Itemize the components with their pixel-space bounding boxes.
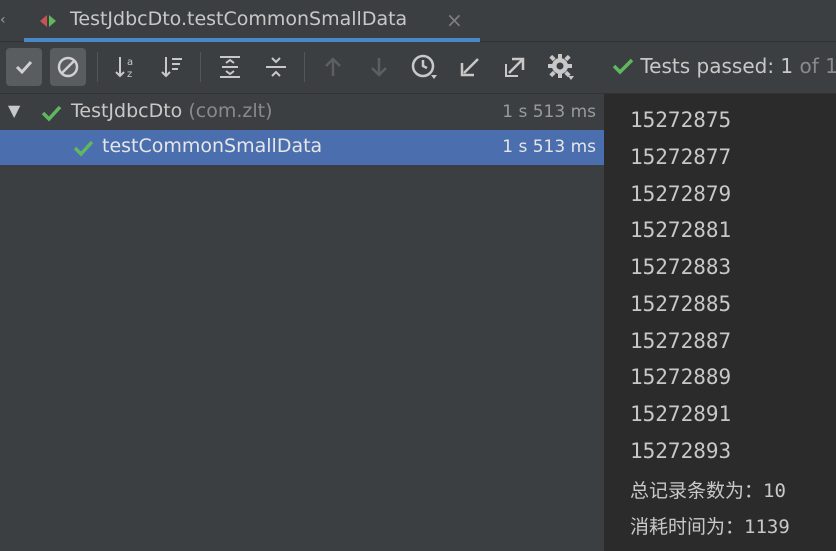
suite-name: TestJdbcDto <box>71 100 183 122</box>
export-tests-icon <box>505 57 525 77</box>
sort-duration-button[interactable] <box>154 48 190 86</box>
console-line: 15272893 <box>630 439 732 463</box>
tab-scroll-left[interactable]: ‹ <box>0 0 12 41</box>
passed-check-icon <box>73 140 94 157</box>
tests-total: of 1 <box>799 54 836 78</box>
show-passed-button[interactable] <box>6 48 42 86</box>
console-line: 15272879 <box>630 182 732 206</box>
next-failed-button[interactable] <box>361 48 397 86</box>
import-tests-icon <box>460 58 479 77</box>
show-passed-icon <box>15 60 33 75</box>
previous-failed-icon <box>325 57 341 76</box>
settings-icon <box>548 54 574 80</box>
console-line: 15272885 <box>630 292 732 316</box>
test-run-icon <box>40 15 56 27</box>
console-line: 15272883 <box>630 255 732 279</box>
sort-alpha-button[interactable]: az <box>108 48 144 86</box>
tree-row-suite[interactable]: ▼ TestJdbcDto (com.zlt) 1 s 513 ms <box>0 95 604 130</box>
sort-alpha-icon: az <box>115 57 133 80</box>
console-line: 总记录条数为：10 <box>630 480 786 502</box>
next-failed-icon <box>371 58 387 77</box>
previous-failed-button[interactable] <box>315 48 351 86</box>
tree-row-test[interactable]: testCommonSmallData 1 s 513 ms <box>0 130 604 165</box>
console-output[interactable]: 15272875 15272877 15272879 15272881 1527… <box>606 94 836 551</box>
show-ignored-icon <box>57 56 79 78</box>
passed-check-icon <box>41 105 62 122</box>
tests-passed-count: 1 <box>780 54 794 78</box>
collapse-all-button[interactable] <box>258 48 294 86</box>
console-line: 15272875 <box>630 108 732 132</box>
show-ignored-button[interactable] <box>50 48 86 86</box>
console-line: 15272891 <box>630 402 732 426</box>
collapse-all-icon <box>266 57 286 77</box>
tab-title: TestJdbcDto.testCommonSmallData <box>70 8 408 30</box>
svg-text:a: a <box>127 57 133 68</box>
import-tests-button[interactable] <box>452 48 488 86</box>
console-line: 15272889 <box>630 365 732 389</box>
editor-tab-bar: ‹ TestJdbcDto.testCommonSmallData × <box>0 0 836 42</box>
test-history-button[interactable] <box>406 48 442 86</box>
tests-status-label: Tests passed: <box>640 54 775 78</box>
test-results-tree: ▼ TestJdbcDto (com.zlt) 1 s 513 ms testC… <box>0 94 604 551</box>
test-history-icon <box>411 54 437 79</box>
suite-duration: 1 s 513 ms <box>502 102 596 122</box>
expand-arrow-icon[interactable]: ▼ <box>8 101 20 120</box>
test-duration: 1 s 513 ms <box>502 137 596 157</box>
console-line: 15272881 <box>630 218 732 242</box>
expand-all-icon <box>220 56 240 78</box>
console-line: 消耗时间为：1139 <box>630 516 790 538</box>
tab-close-button[interactable]: × <box>446 8 463 32</box>
console-line: 15272877 <box>630 145 732 169</box>
test-name: testCommonSmallData <box>102 135 323 157</box>
settings-button[interactable] <box>543 48 579 86</box>
expand-all-button[interactable] <box>212 48 248 86</box>
tests-status: Tests passed: 1 of 1 <box>612 54 836 78</box>
test-runner-toolbar: az Tests passed: 1 of 1 <box>0 42 836 94</box>
sort-duration-icon <box>161 57 182 78</box>
toolbar-separator <box>304 52 305 82</box>
passed-check-icon <box>612 58 634 75</box>
console-line: 15272887 <box>630 329 732 353</box>
export-tests-button[interactable] <box>497 48 533 86</box>
toolbar-separator <box>200 52 201 82</box>
suite-package: (com.zlt) <box>188 100 273 122</box>
toolbar-separator <box>97 52 98 82</box>
svg-text:z: z <box>127 69 132 80</box>
